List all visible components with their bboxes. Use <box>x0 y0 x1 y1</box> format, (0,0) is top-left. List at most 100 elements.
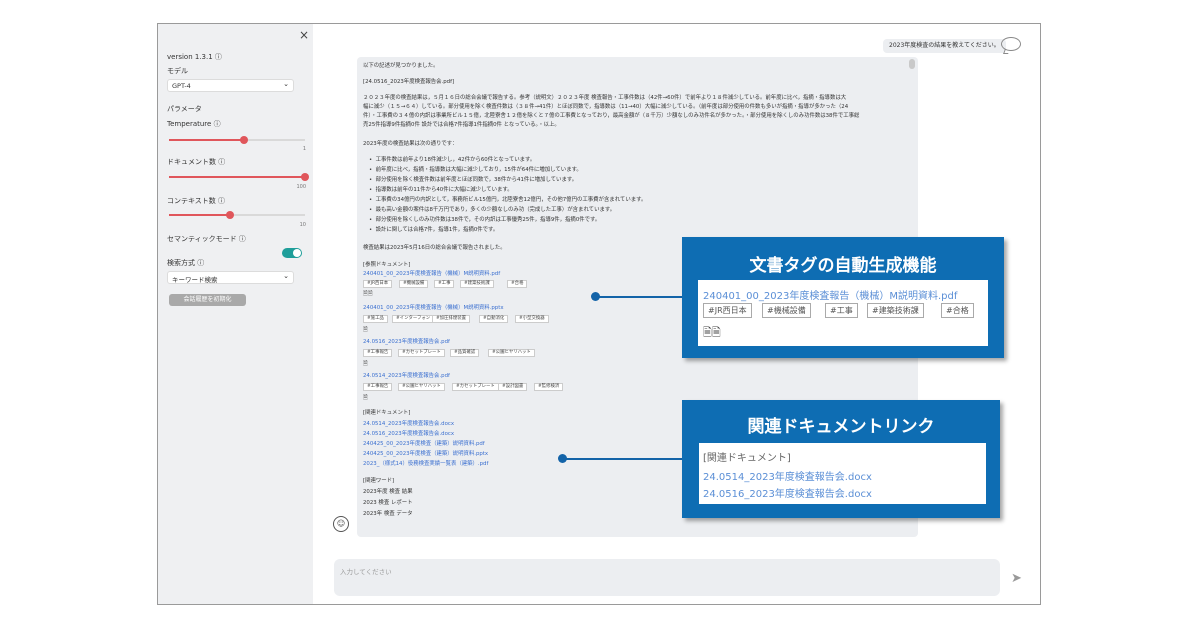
bullet-text: 部分使用を除くしのみ功件数は38件で，その内訳は工事優秀25件，指導9件，指摘0… <box>375 217 601 223</box>
bullet-item: • 前年度に比べ，指摘・指導数は大幅に減少しており，15件が64件に増加していま… <box>369 167 582 173</box>
reference-heading: [参照ドキュメント] <box>363 262 411 268</box>
file-pdf-icon[interactable]: 🗎 <box>363 393 368 403</box>
semantic-mode-toggle[interactable] <box>282 248 302 258</box>
reset-history-button[interactable]: 会話履歴を初期化 <box>169 294 246 306</box>
related-link[interactable]: 240425_00_2023年度検査（建築）説明資料.pptx <box>363 451 488 458</box>
source-file: [24.0516_2023年度検査報告会.pdf] <box>363 79 455 85</box>
documents-slider[interactable] <box>169 173 309 181</box>
doc-tag[interactable]: #JR西日本 <box>703 303 752 318</box>
bullet-item: • 工事費の34億円の内訳として，事務所ビル15億円，北陸寮舎12億円，その他7… <box>369 197 647 203</box>
reference-link[interactable]: 240401_00_2023年度検査報告（機械）M説明資料.pdf <box>363 271 500 278</box>
doc-tag[interactable]: #建築技術課 <box>867 303 924 318</box>
doc-tag[interactable]: #設計図書 <box>498 383 528 391</box>
related-word[interactable]: 2023年 検査 データ <box>363 511 413 518</box>
documents-max: 100 <box>296 184 306 190</box>
related-link[interactable]: 24.0514_2023年度検査報告会.docx <box>363 421 454 428</box>
sidebar: × version 1.3.1 ⓘ モデル GPT-4 ⌄ パラメータ Temp… <box>158 24 313 604</box>
doc-tag[interactable]: #JR西日本 <box>363 280 393 288</box>
bullet-text: 設計に関しては合格7件，指導1件，指摘0件です。 <box>375 227 499 233</box>
related-link[interactable]: 24.0516_2023年度検査報告会.docx <box>363 431 454 438</box>
doc-tag[interactable]: #合格 <box>941 303 974 318</box>
chevron-down-icon: ⌄ <box>283 80 289 88</box>
temperature-slider-fill <box>169 139 244 141</box>
doc-tag[interactable]: #公園ヒヤリハット <box>398 383 445 391</box>
doc-tag[interactable]: #加圧排煙装置 <box>432 315 471 323</box>
bullet-text: 部分使用を除く検査件数は前年度とほぼ同数で，38件から41件に増加しています。 <box>375 177 578 183</box>
context-slider[interactable] <box>169 211 305 219</box>
params-label: パラメータ <box>167 105 202 113</box>
file-pptx-icon[interactable]: 🗎 <box>363 325 368 335</box>
temperature-label: Temperature ⓘ <box>167 120 221 128</box>
related-link[interactable]: 2023_（様式14）役務検査実績一覧表（建築）.pdf <box>363 461 488 468</box>
version-label: version 1.3.1 ⓘ <box>167 53 222 61</box>
semantic-mode-label: セマンティックモード ⓘ <box>167 235 246 243</box>
related-link[interactable]: 24.0516_2023年度検査報告会.docx <box>703 485 872 500</box>
connector-line <box>565 458 682 460</box>
file-pdf-icon[interactable]: 🗎🗎 <box>703 324 721 343</box>
doc-tag[interactable]: #機械設備 <box>399 280 429 288</box>
answer-paragraph-line: 売25件指導9件指摘0件 設計では合格7件指導1件指摘0件 となっている。・以上… <box>363 122 560 128</box>
temperature-slider-thumb[interactable] <box>240 136 248 144</box>
doc-tag[interactable]: #インターフォン <box>392 315 435 323</box>
file-pdf-icon[interactable]: 🗎 <box>363 359 368 369</box>
report-note: 検査結果は2023年5月16日の総合会議で報告されました。 <box>363 245 506 251</box>
doc-tag[interactable]: #カセットプレート <box>398 349 445 357</box>
related-heading: [関連ドキュメント] <box>703 453 791 464</box>
chevron-down-icon: ⌄ <box>283 272 289 280</box>
search-method-select[interactable]: キーワード検索 ⌄ <box>167 271 294 284</box>
close-icon[interactable]: × <box>299 28 309 42</box>
model-value: GPT-4 <box>172 82 191 90</box>
related-words-heading: [関連ワード] <box>363 478 395 484</box>
temperature-slider[interactable] <box>169 136 305 144</box>
bullet-item: • 最も高い金額の案件は8千万円であり，多くの少額なしのみ功（完成した工事）が含… <box>369 207 616 213</box>
doc-tag[interactable]: #公園ヒヤリハット <box>488 349 535 357</box>
send-icon[interactable]: ➤ <box>1011 571 1022 586</box>
callout-title: 文書タグの自動生成機能 <box>749 256 937 276</box>
chat-bubble-icon <box>1001 37 1021 51</box>
doc-tag[interactable]: #工事 <box>434 280 455 288</box>
reference-link[interactable]: 24.0514_2023年度検査報告会.pdf <box>363 373 450 380</box>
related-link[interactable]: 240425_00_2023年度検査（建築）説明資料.pdf <box>363 441 485 448</box>
context-slider-thumb[interactable] <box>226 211 234 219</box>
context-max: 10 <box>299 222 306 228</box>
related-link[interactable]: 24.0514_2023年度検査報告会.docx <box>703 468 872 483</box>
bullet-item: • 設計に関しては合格7件，指導1件，指摘0件です。 <box>369 227 499 233</box>
doc-tag[interactable]: #工事報告 <box>363 383 393 391</box>
bullet-text: 前年度に比べ，指摘・指導数は大幅に減少しており，15件が64件に増加しています。 <box>375 167 582 173</box>
bot-avatar-icon: ☺ <box>333 516 349 532</box>
documents-slider-thumb[interactable] <box>301 173 309 181</box>
callout-link[interactable]: 240401_00_2023年度検査報告（機械）M説明資料.pdf <box>703 287 957 302</box>
doc-tag[interactable]: #カセットプレート <box>452 383 499 391</box>
documents-slider-fill <box>169 176 305 178</box>
bullet-text: 最も高い金額の案件は8千万円であり，多くの少額なしのみ功（完成した工事）が含まれ… <box>375 207 616 213</box>
doc-tag[interactable]: #小型交換器 <box>515 315 549 323</box>
doc-tag[interactable]: #自動消化 <box>479 315 509 323</box>
doc-tag[interactable]: #建築技術課 <box>460 280 494 288</box>
chat-input[interactable]: 入力してください <box>334 559 1000 596</box>
doc-tag[interactable]: #機械設備 <box>762 303 811 318</box>
reference-link[interactable]: 240401_00_2023年度検査報告（機械）M説明資料.pptx <box>363 305 504 312</box>
scrollbar[interactable] <box>909 59 915 69</box>
bullet-item: • 部分使用を除くしのみ功件数は38件で，その内訳は工事優秀25件，指導9件，指… <box>369 217 601 223</box>
doc-tag[interactable]: #工事報告 <box>363 349 393 357</box>
documents-label: ドキュメント数 ⓘ <box>167 158 226 166</box>
reference-link[interactable]: 24.0516_2023年度検査報告会.pdf <box>363 339 450 346</box>
related-word[interactable]: 2023 検査 レポート <box>363 500 413 507</box>
answer-paragraph-line: 件）・工事費の３４億の内訳は事業所ビル１５億，北陸寮舎１２億を除くと７億の工事費… <box>363 113 860 119</box>
doc-tag[interactable]: #品質確認 <box>450 349 480 357</box>
callout-panel: [関連ドキュメント] 24.0514_2023年度検査報告会.docx 24.0… <box>699 443 986 504</box>
doc-tag[interactable]: #合格 <box>507 280 528 288</box>
related-word[interactable]: 2023年度 検査 結果 <box>363 489 413 496</box>
chat-input-placeholder: 入力してください <box>340 568 392 576</box>
answer-paragraph-line: 幅に減少（１５→６４）している。部分使用を除く検査件数は（３８件→41件）とほぼ… <box>363 104 849 110</box>
bullet-item: • 指導数は前年の11件から40件に大幅に減少しています。 <box>369 187 513 193</box>
doc-tag[interactable]: #監修検済 <box>534 383 564 391</box>
context-slider-fill <box>169 214 230 216</box>
model-select[interactable]: GPT-4 ⌄ <box>167 79 294 92</box>
file-pdf-icon[interactable]: 🗎🗎 <box>363 289 373 299</box>
doc-tag[interactable]: #工事 <box>825 303 858 318</box>
doc-tag[interactable]: #施工品 <box>363 315 388 323</box>
connector-line <box>598 296 682 298</box>
user-message: 2023年度検査の結果を教えてください。 <box>883 39 1006 53</box>
context-label: コンテキスト数 ⓘ <box>167 197 226 205</box>
